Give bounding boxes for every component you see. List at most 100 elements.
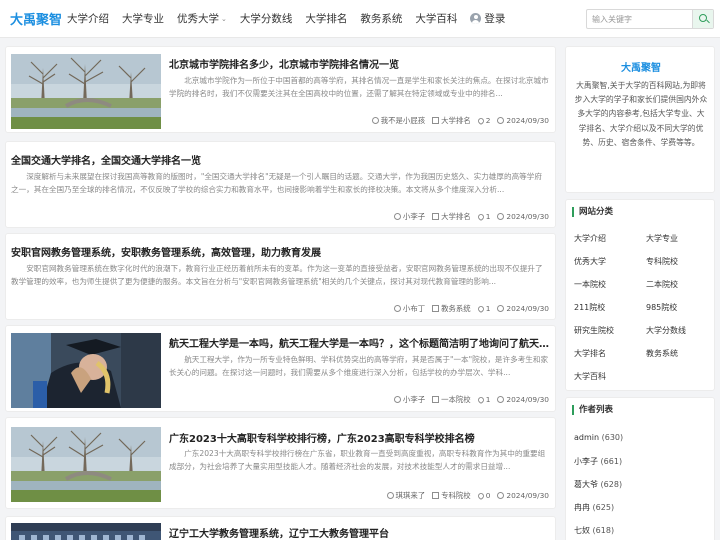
author-link[interactable]: 小李子 (661) (574, 456, 622, 467)
article-excerpt: 北京城市学院作为一所位于中国首都的高等学府，其排名情况一直是学生和家长关注的焦点… (169, 76, 549, 98)
article-likes: 1 (485, 395, 491, 404)
category-icon (432, 396, 440, 403)
author-link[interactable]: 葛大爷 (628) (574, 479, 622, 490)
article-excerpt: 安职官网教务管理系统在数字化时代的浪潮下，教育行业正经历着前所未有的变革。作为这… (11, 264, 543, 286)
article-category[interactable]: 大学排名 (441, 115, 471, 126)
category-link[interactable]: 大学分数线 (646, 325, 686, 336)
category-link[interactable]: 大学介绍 (574, 233, 606, 244)
article-card[interactable]: 辽宁工大学教务管理系统，辽宁工大教务管理平台 (5, 516, 556, 540)
category-link[interactable]: 大学专业 (646, 233, 678, 244)
article-title[interactable]: 安职官网教务管理系统，安职教务管理系统，高效管理，助力教育发展 (11, 244, 549, 259)
category-link[interactable]: 985院校 (646, 302, 677, 313)
article-card[interactable]: 北京城市学院排名多少，北京城市学院排名情况一览 北京城市学院作为一所位于中国首都… (5, 46, 556, 133)
author-count: (625) (592, 503, 615, 512)
article-card[interactable]: 全国交通大学排名，全国交通大学排名一览 深度解析与未来展望在探讨我国高等教育的版… (5, 141, 556, 228)
article-category[interactable]: 教务系统 (441, 303, 471, 314)
article-card[interactable]: 广东2023十大高职专科学校排行榜，广东2023高职专科学校排名榜 广东2023… (5, 417, 556, 509)
like-icon[interactable] (476, 212, 485, 221)
article-meta: 我不是小屁孩 大学排名 2 2024/09/30 (365, 115, 549, 126)
category-icon (432, 305, 440, 312)
category-link[interactable]: 二本院校 (646, 279, 678, 290)
article-thumbnail-graduate[interactable] (11, 333, 161, 408)
author-name: 小李子 (574, 457, 598, 466)
article-meta: 小李子 一本院校 1 2024/09/30 (387, 394, 549, 405)
like-icon[interactable] (476, 116, 485, 125)
article-meta: 琪琪来了 专科院校 0 2024/09/30 (380, 490, 549, 501)
search-button[interactable] (692, 10, 713, 28)
category-link[interactable]: 大学百科 (574, 371, 606, 382)
author-icon (371, 117, 379, 124)
login-link[interactable]: 登录 (470, 11, 505, 26)
site-logo[interactable]: 大禹聚智 (10, 9, 62, 28)
author-link[interactable]: admin (630) (574, 433, 623, 442)
categories-heading: 网站分类 (572, 207, 613, 217)
article-author[interactable]: 小李子 (403, 211, 425, 222)
author-name: admin (574, 433, 600, 442)
article-date: 2024/09/30 (506, 491, 549, 500)
author-name: 葛大爷 (574, 480, 598, 489)
author-link[interactable]: 七奴 (618) (574, 525, 614, 536)
nav-item-top-universities[interactable]: 优秀大学 ⌄ (177, 11, 227, 26)
nav-item-intro[interactable]: 大学介绍 (67, 11, 109, 26)
nav-label: 大学专业 (122, 13, 164, 25)
nav-item-encyclopedia[interactable]: 大学百科 (415, 11, 457, 26)
article-excerpt: 广东2023十大高职专科学校排行榜在广东省，职业教育一直受到高度重视，高职专科教… (169, 449, 546, 471)
article-author[interactable]: 琪琪来了 (396, 490, 426, 501)
author-icon (393, 305, 401, 312)
article-date: 2024/09/30 (506, 116, 549, 125)
category-link[interactable]: 大学排名 (574, 348, 606, 359)
category-link[interactable]: 优秀大学 (574, 256, 606, 267)
article-author[interactable]: 小李子 (403, 394, 425, 405)
like-icon[interactable] (476, 395, 485, 404)
like-icon[interactable] (476, 491, 485, 500)
search-input[interactable] (587, 10, 693, 28)
like-icon[interactable] (476, 304, 485, 313)
clock-icon (497, 117, 505, 124)
nav-item-score-lines[interactable]: 大学分数线 (240, 11, 293, 26)
article-category[interactable]: 一本院校 (441, 394, 471, 405)
search-box (586, 9, 714, 29)
article-author[interactable]: 我不是小屁孩 (381, 115, 425, 126)
article-card[interactable]: 安职官网教务管理系统，安职教务管理系统，高效管理，助力教育发展 安职官网教务管理… (5, 233, 556, 320)
nav-item-rankings[interactable]: 大学排名 (305, 11, 347, 26)
author-count: (630) (601, 433, 624, 442)
article-excerpt: 深度解析与未来展望在探讨我国高等教育的版图时，"全国交通大学排名"无疑是一个引人… (11, 172, 542, 194)
site-header: 大禹聚智 大学介绍 大学专业 优秀大学 ⌄ 大学分数线 大学排名 教务系统 大学百… (0, 0, 720, 38)
article-title[interactable]: 全国交通大学排名，全国交通大学排名一览 (11, 152, 549, 167)
article-thumbnail-building[interactable] (11, 523, 161, 540)
nav-label: 优秀大学 (177, 13, 219, 25)
about-title: 大禹聚智 (621, 63, 661, 74)
article-card[interactable]: 航天工程大学是一本吗，航天工程大学是一本吗？，这个标题简洁明了地询问了航天工程大… (5, 325, 556, 412)
login-label: 登录 (484, 13, 506, 25)
nav-label: 大学排名 (305, 13, 348, 25)
about-box: 大禹聚智 大禹聚智,关于大学的百科网站,为即将步入大学的学子和家长们提供国内外众… (565, 46, 715, 193)
nav-label: 大学百科 (415, 13, 458, 25)
article-likes: 1 (485, 304, 491, 313)
article-thumbnail-park[interactable] (11, 54, 161, 129)
category-link[interactable]: 专科院校 (646, 256, 678, 267)
category-link[interactable]: 211院校 (574, 302, 605, 313)
article-excerpt: 航天工程大学，作为一所专业特色鲜明、学科优势突出的高等学府，其是否属于"一本"院… (169, 355, 549, 377)
nav-item-academic-system[interactable]: 教务系统 (360, 11, 402, 26)
category-icon (432, 492, 440, 499)
author-name: 冉冉 (574, 503, 590, 512)
article-category[interactable]: 专科院校 (441, 490, 471, 501)
article-title[interactable]: 北京城市学院排名多少，北京城市学院排名情况一览 (169, 56, 549, 71)
chevron-down-icon: ⌄ (221, 14, 227, 23)
article-author[interactable]: 小布丁 (403, 303, 425, 314)
article-title[interactable]: 广东2023十大高职专科学校排行榜，广东2023高职专科学校排名榜 (169, 430, 549, 445)
article-thumbnail-park[interactable] (11, 427, 161, 502)
category-link[interactable]: 一本院校 (574, 279, 606, 290)
article-date: 2024/09/30 (506, 395, 549, 404)
article-likes: 1 (485, 212, 491, 221)
author-link[interactable]: 冉冉 (625) (574, 502, 614, 513)
article-title[interactable]: 航天工程大学是一本吗，航天工程大学是一本吗？，这个标题简洁明了地询问了航天工程大… (169, 335, 549, 350)
article-title[interactable]: 辽宁工大学教务管理系统，辽宁工大教务管理平台 (169, 525, 549, 540)
author-icon (393, 396, 401, 403)
category-link[interactable]: 教务系统 (646, 348, 678, 359)
category-link[interactable]: 研究生院校 (574, 325, 614, 336)
article-meta: 小布丁 教务系统 1 2024/09/30 (387, 303, 549, 314)
nav-item-majors[interactable]: 大学专业 (122, 11, 164, 26)
clock-icon (497, 492, 505, 499)
article-category[interactable]: 大学排名 (441, 211, 471, 222)
